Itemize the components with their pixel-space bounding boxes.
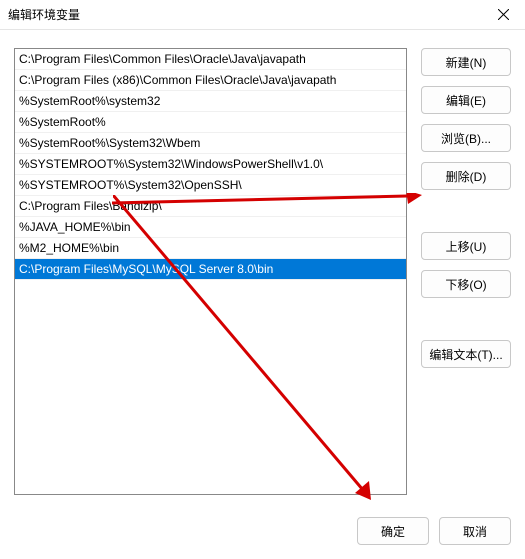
titlebar: 编辑环境变量 bbox=[0, 0, 525, 30]
list-item[interactable]: C:\Program Files (x86)\Common Files\Orac… bbox=[15, 70, 406, 91]
move-up-button[interactable]: 上移(U) bbox=[421, 232, 511, 260]
list-item[interactable]: %SYSTEMROOT%\System32\OpenSSH\ bbox=[15, 175, 406, 196]
list-item[interactable]: %JAVA_HOME%\bin bbox=[15, 217, 406, 238]
list-item[interactable]: C:\Program Files\Common Files\Oracle\Jav… bbox=[15, 49, 406, 70]
path-listbox[interactable]: C:\Program Files\Common Files\Oracle\Jav… bbox=[14, 48, 407, 495]
main-area: C:\Program Files\Common Files\Oracle\Jav… bbox=[14, 48, 511, 495]
cancel-button[interactable]: 取消 bbox=[439, 517, 511, 545]
list-item[interactable]: C:\Program Files\Bandizip\ bbox=[15, 196, 406, 217]
window-title: 编辑环境变量 bbox=[8, 6, 489, 23]
edit-button[interactable]: 编辑(E) bbox=[421, 86, 511, 114]
footer-buttons: 确定 取消 bbox=[357, 517, 511, 545]
list-item[interactable]: %SystemRoot%\system32 bbox=[15, 91, 406, 112]
list-item[interactable]: %SYSTEMROOT%\System32\WindowsPowerShell\… bbox=[15, 154, 406, 175]
list-item[interactable]: %SystemRoot% bbox=[15, 112, 406, 133]
content-area: C:\Program Files\Common Files\Oracle\Jav… bbox=[0, 30, 525, 559]
move-down-button[interactable]: 下移(O) bbox=[421, 270, 511, 298]
list-item-selected[interactable]: C:\Program Files\MySQL\MySQL Server 8.0\… bbox=[15, 259, 406, 280]
delete-button[interactable]: 删除(D) bbox=[421, 162, 511, 190]
list-item[interactable]: %SystemRoot%\System32\Wbem bbox=[15, 133, 406, 154]
list-item[interactable]: %M2_HOME%\bin bbox=[15, 238, 406, 259]
new-button[interactable]: 新建(N) bbox=[421, 48, 511, 76]
browse-button[interactable]: 浏览(B)... bbox=[421, 124, 511, 152]
edit-text-button[interactable]: 编辑文本(T)... bbox=[421, 340, 511, 368]
side-button-panel: 新建(N) 编辑(E) 浏览(B)... 删除(D) 上移(U) 下移(O) 编… bbox=[421, 48, 511, 495]
close-icon[interactable] bbox=[489, 3, 517, 27]
ok-button[interactable]: 确定 bbox=[357, 517, 429, 545]
